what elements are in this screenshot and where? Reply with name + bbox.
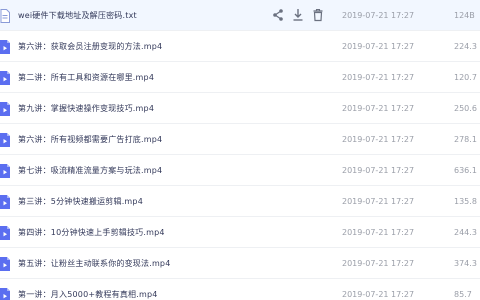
file-size: 124B <box>454 11 475 20</box>
video-file-icon <box>0 39 10 54</box>
video-file-icon <box>0 194 10 209</box>
file-date: 2019-07-21 17:27 <box>342 73 415 82</box>
file-name[interactable]: 第六讲：所有视频都需要广告打底.mp4 <box>18 124 162 155</box>
file-name[interactable]: 第二讲：所有工具和资源在哪里.mp4 <box>18 62 154 93</box>
video-file-icon <box>0 225 10 240</box>
download-icon[interactable] <box>292 7 306 23</box>
file-name[interactable]: 第一讲：月入5000+教程有真相.mp4 <box>18 279 158 300</box>
file-size: 224.3 <box>454 42 477 51</box>
file-name[interactable]: 第六讲：获取会员注册变现的方法.mp4 <box>18 31 162 62</box>
video-file-icon <box>0 101 10 116</box>
file-row[interactable]: 第四讲：10分钟快速上手剪辑技巧.mp4 2019-07-21 17:27 244.… <box>0 217 480 248</box>
file-date: 2019-07-21 17:27 <box>342 42 415 51</box>
file-date: 2019-07-21 17:27 <box>342 290 415 299</box>
file-size: 636.1 <box>454 166 477 175</box>
file-size: 244.3 <box>454 228 477 237</box>
file-name[interactable]: 第五讲：让粉丝主动联系你的变现法.mp4 <box>18 248 171 279</box>
file-row[interactable]: 第三讲：5分钟快速搬运剪辑.mp4 2019-07-21 17:27 135.8 <box>0 186 480 217</box>
file-size: 135.8 <box>454 197 477 206</box>
file-row[interactable]: 第六讲：所有视频都需要广告打底.mp4 2019-07-21 17:27 278.1 <box>0 124 480 155</box>
file-name[interactable]: 第四讲：10分钟快速上手剪辑技巧.mp4 <box>18 217 165 248</box>
file-date: 2019-07-21 17:27 <box>342 166 415 175</box>
share-icon[interactable] <box>272 7 286 23</box>
file-name[interactable]: 第七讲：吸流精准流量方案与玩法.mp4 <box>18 155 162 186</box>
video-file-icon <box>0 132 10 147</box>
video-file-icon <box>0 287 10 300</box>
file-size: 85.7 <box>454 290 472 299</box>
file-size: 250.6 <box>454 104 477 113</box>
file-date: 2019-07-21 17:27 <box>342 259 415 268</box>
text-file-icon <box>0 8 10 23</box>
file-row[interactable]: wei硬件下载地址及解压密码.txt 2019-07-21 17:27 124B <box>0 0 480 31</box>
file-list: wei硬件下载地址及解压密码.txt 2019-07-21 17:27 124B 第六… <box>0 0 480 300</box>
file-size: 374.3 <box>454 259 477 268</box>
row-actions <box>272 7 332 23</box>
delete-icon[interactable] <box>312 7 326 23</box>
file-name[interactable]: 第九讲：掌握快速操作变现技巧.mp4 <box>18 93 154 124</box>
file-row[interactable]: 第七讲：吸流精准流量方案与玩法.mp4 2019-07-21 17:27 636.1 <box>0 155 480 186</box>
file-row[interactable]: 第九讲：掌握快速操作变现技巧.mp4 2019-07-21 17:27 250.6 <box>0 93 480 124</box>
video-file-icon <box>0 163 10 178</box>
file-name[interactable]: wei硬件下载地址及解压密码.txt <box>18 0 137 31</box>
video-file-icon <box>0 256 10 271</box>
file-date: 2019-07-21 17:27 <box>342 104 415 113</box>
file-date: 2019-07-21 17:27 <box>342 135 415 144</box>
file-size: 278.1 <box>454 135 477 144</box>
file-date: 2019-07-21 17:27 <box>342 228 415 237</box>
file-date: 2019-07-21 17:27 <box>342 197 415 206</box>
file-row[interactable]: 第五讲：让粉丝主动联系你的变现法.mp4 2019-07-21 17:27 374.… <box>0 248 480 279</box>
file-row[interactable]: 第一讲：月入5000+教程有真相.mp4 2019-07-21 17:27 85.7 <box>0 279 480 300</box>
file-size: 120.7 <box>454 73 477 82</box>
file-row[interactable]: 第六讲：获取会员注册变现的方法.mp4 2019-07-21 17:27 224.3 <box>0 31 480 62</box>
file-name[interactable]: 第三讲：5分钟快速搬运剪辑.mp4 <box>18 186 143 217</box>
file-date: 2019-07-21 17:27 <box>342 11 415 20</box>
video-file-icon <box>0 70 10 85</box>
file-row[interactable]: 第二讲：所有工具和资源在哪里.mp4 2019-07-21 17:27 120.7 <box>0 62 480 93</box>
